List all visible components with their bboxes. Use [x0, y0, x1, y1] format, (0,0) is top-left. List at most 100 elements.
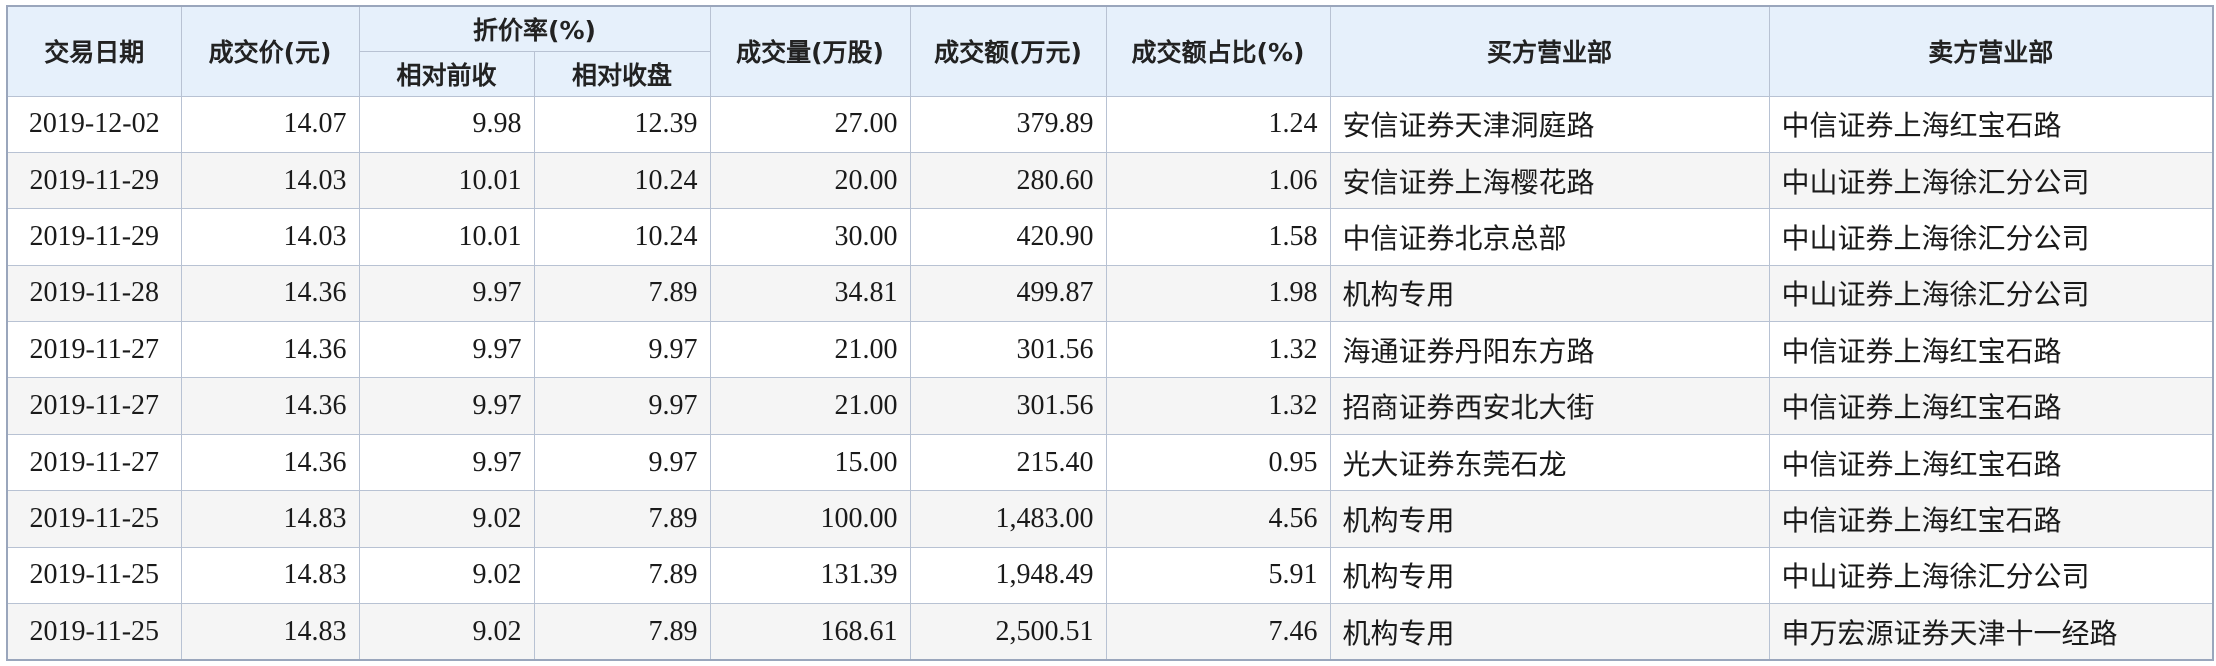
cell-date: 2019-11-25	[6, 490, 182, 548]
cell-date: 2019-11-27	[6, 433, 182, 492]
cell-buyer: 招商证券西安北大街	[1329, 377, 1770, 435]
cell-buyer: 机构专用	[1329, 264, 1770, 323]
cell-date: 2019-11-27	[6, 321, 182, 379]
cell-ratio: 7.46	[1105, 603, 1331, 661]
cell-ratio: 1.58	[1105, 208, 1331, 266]
table-row[interactable]: 2019-11-29 14.03 10.01 10.24 30.00 420.90 1.58…	[6, 208, 2214, 266]
cell-volume: 21.00	[709, 321, 911, 379]
cell-volume: 30.00	[709, 208, 911, 266]
cell-price: 14.83	[180, 603, 360, 661]
block-trade-table: 交易日期 成交价(元) 折价率(%) 成交量(万股) 成交额(万元) 成交额占比…	[6, 5, 2214, 661]
cell-volume: 168.61	[709, 603, 911, 661]
table-row[interactable]: 2019-11-29 14.03 10.01 10.24 20.00 280.60 1.06…	[6, 151, 2214, 210]
col-header-rel-prev[interactable]: 相对前收	[358, 50, 535, 97]
cell-price: 14.03	[180, 151, 360, 210]
cell-price: 14.36	[180, 264, 360, 323]
table-row[interactable]: 2019-11-25 14.83 9.02 7.89 168.61 2,500.51 7.4…	[6, 603, 2214, 661]
cell-ratio: 1.06	[1105, 151, 1331, 210]
cell-price: 14.83	[180, 490, 360, 548]
cell-volume: 34.81	[709, 264, 911, 323]
cell-seller: 中信证券上海红宝石路	[1768, 490, 2214, 548]
col-header-price[interactable]: 成交价(元)	[180, 5, 360, 97]
table-row[interactable]: 2019-12-02 14.07 9.98 12.39 27.00 379.89 1.24 安…	[6, 95, 2214, 153]
cell-buyer: 中信证券北京总部	[1329, 208, 1770, 266]
cell-seller: 中信证券上海红宝石路	[1768, 95, 2214, 153]
cell-ratio: 1.24	[1105, 95, 1331, 153]
cell-rel-close: 9.97	[533, 377, 711, 435]
cell-buyer: 机构专用	[1329, 490, 1770, 548]
col-header-date[interactable]: 交易日期	[6, 5, 182, 97]
cell-amount: 499.87	[909, 264, 1107, 323]
cell-buyer: 安信证券上海樱花路	[1329, 151, 1770, 210]
cell-rel-prev: 9.98	[358, 95, 535, 153]
cell-amount: 420.90	[909, 208, 1107, 266]
cell-date: 2019-11-25	[6, 603, 182, 661]
cell-rel-prev: 9.02	[358, 603, 535, 661]
cell-ratio: 1.32	[1105, 321, 1331, 379]
cell-amount: 1,948.49	[909, 546, 1107, 605]
cell-rel-close: 9.97	[533, 321, 711, 379]
cell-amount: 2,500.51	[909, 603, 1107, 661]
cell-rel-close: 7.89	[533, 546, 711, 605]
col-header-rel-close[interactable]: 相对收盘	[533, 50, 711, 97]
table-row[interactable]: 2019-11-27 14.36 9.97 9.97 21.00 301.56 1.32 招商…	[6, 377, 2214, 435]
cell-date: 2019-11-28	[6, 264, 182, 323]
table-body: 2019-12-02 14.07 9.98 12.39 27.00 379.89 1.24 安…	[6, 95, 2214, 661]
cell-rel-prev: 10.01	[358, 208, 535, 266]
cell-volume: 15.00	[709, 433, 911, 492]
cell-seller: 中信证券上海红宝石路	[1768, 377, 2214, 435]
cell-ratio: 4.56	[1105, 490, 1331, 548]
table-row[interactable]: 2019-11-27 14.36 9.97 9.97 15.00 215.40 0.95 光大…	[6, 433, 2214, 492]
cell-buyer: 机构专用	[1329, 546, 1770, 605]
table-row[interactable]: 2019-11-27 14.36 9.97 9.97 21.00 301.56 1.32 海通…	[6, 321, 2214, 379]
cell-buyer: 海通证券丹阳东方路	[1329, 321, 1770, 379]
cell-rel-prev: 9.97	[358, 264, 535, 323]
col-header-ratio[interactable]: 成交额占比(%)	[1105, 5, 1331, 97]
cell-rel-close: 10.24	[533, 208, 711, 266]
cell-buyer: 机构专用	[1329, 603, 1770, 661]
cell-rel-close: 12.39	[533, 95, 711, 153]
cell-date: 2019-11-29	[6, 208, 182, 266]
cell-rel-prev: 9.97	[358, 377, 535, 435]
cell-volume: 100.00	[709, 490, 911, 548]
cell-ratio: 0.95	[1105, 433, 1331, 492]
cell-rel-close: 7.89	[533, 603, 711, 661]
cell-amount: 301.56	[909, 321, 1107, 379]
cell-date: 2019-11-25	[6, 546, 182, 605]
cell-seller: 中信证券上海红宝石路	[1768, 433, 2214, 492]
cell-ratio: 1.98	[1105, 264, 1331, 323]
col-header-volume[interactable]: 成交量(万股)	[709, 5, 911, 97]
cell-amount: 280.60	[909, 151, 1107, 210]
col-header-discount: 折价率(%)	[358, 5, 711, 52]
cell-price: 14.36	[180, 433, 360, 492]
cell-rel-prev: 9.02	[358, 546, 535, 605]
cell-price: 14.03	[180, 208, 360, 266]
cell-volume: 21.00	[709, 377, 911, 435]
table-row[interactable]: 2019-11-28 14.36 9.97 7.89 34.81 499.87 1.98 机构…	[6, 264, 2214, 323]
cell-volume: 27.00	[709, 95, 911, 153]
cell-seller: 中山证券上海徐汇分公司	[1768, 546, 2214, 605]
cell-amount: 379.89	[909, 95, 1107, 153]
cell-rel-close: 7.89	[533, 490, 711, 548]
cell-price: 14.83	[180, 546, 360, 605]
cell-seller: 中信证券上海红宝石路	[1768, 321, 2214, 379]
col-header-amount[interactable]: 成交额(万元)	[909, 5, 1107, 97]
cell-rel-close: 7.89	[533, 264, 711, 323]
table-row[interactable]: 2019-11-25 14.83 9.02 7.89 131.39 1,948.49 5.9…	[6, 546, 2214, 605]
header-row: 交易日期 成交价(元) 折价率(%) 成交量(万股) 成交额(万元) 成交额占比…	[6, 5, 2214, 97]
cell-buyer: 光大证券东莞石龙	[1329, 433, 1770, 492]
cell-amount: 1,483.00	[909, 490, 1107, 548]
cell-rel-close: 9.97	[533, 433, 711, 492]
table-row[interactable]: 2019-11-25 14.83 9.02 7.89 100.00 1,483.00 4.5…	[6, 490, 2214, 548]
cell-rel-prev: 9.02	[358, 490, 535, 548]
cell-seller: 中山证券上海徐汇分公司	[1768, 264, 2214, 323]
cell-ratio: 1.32	[1105, 377, 1331, 435]
cell-date: 2019-12-02	[6, 95, 182, 153]
cell-rel-prev: 9.97	[358, 321, 535, 379]
cell-seller: 中山证券上海徐汇分公司	[1768, 151, 2214, 210]
cell-price: 14.36	[180, 321, 360, 379]
col-header-buyer: 买方营业部	[1329, 5, 1770, 97]
cell-price: 14.07	[180, 95, 360, 153]
cell-rel-close: 10.24	[533, 151, 711, 210]
cell-date: 2019-11-27	[6, 377, 182, 435]
